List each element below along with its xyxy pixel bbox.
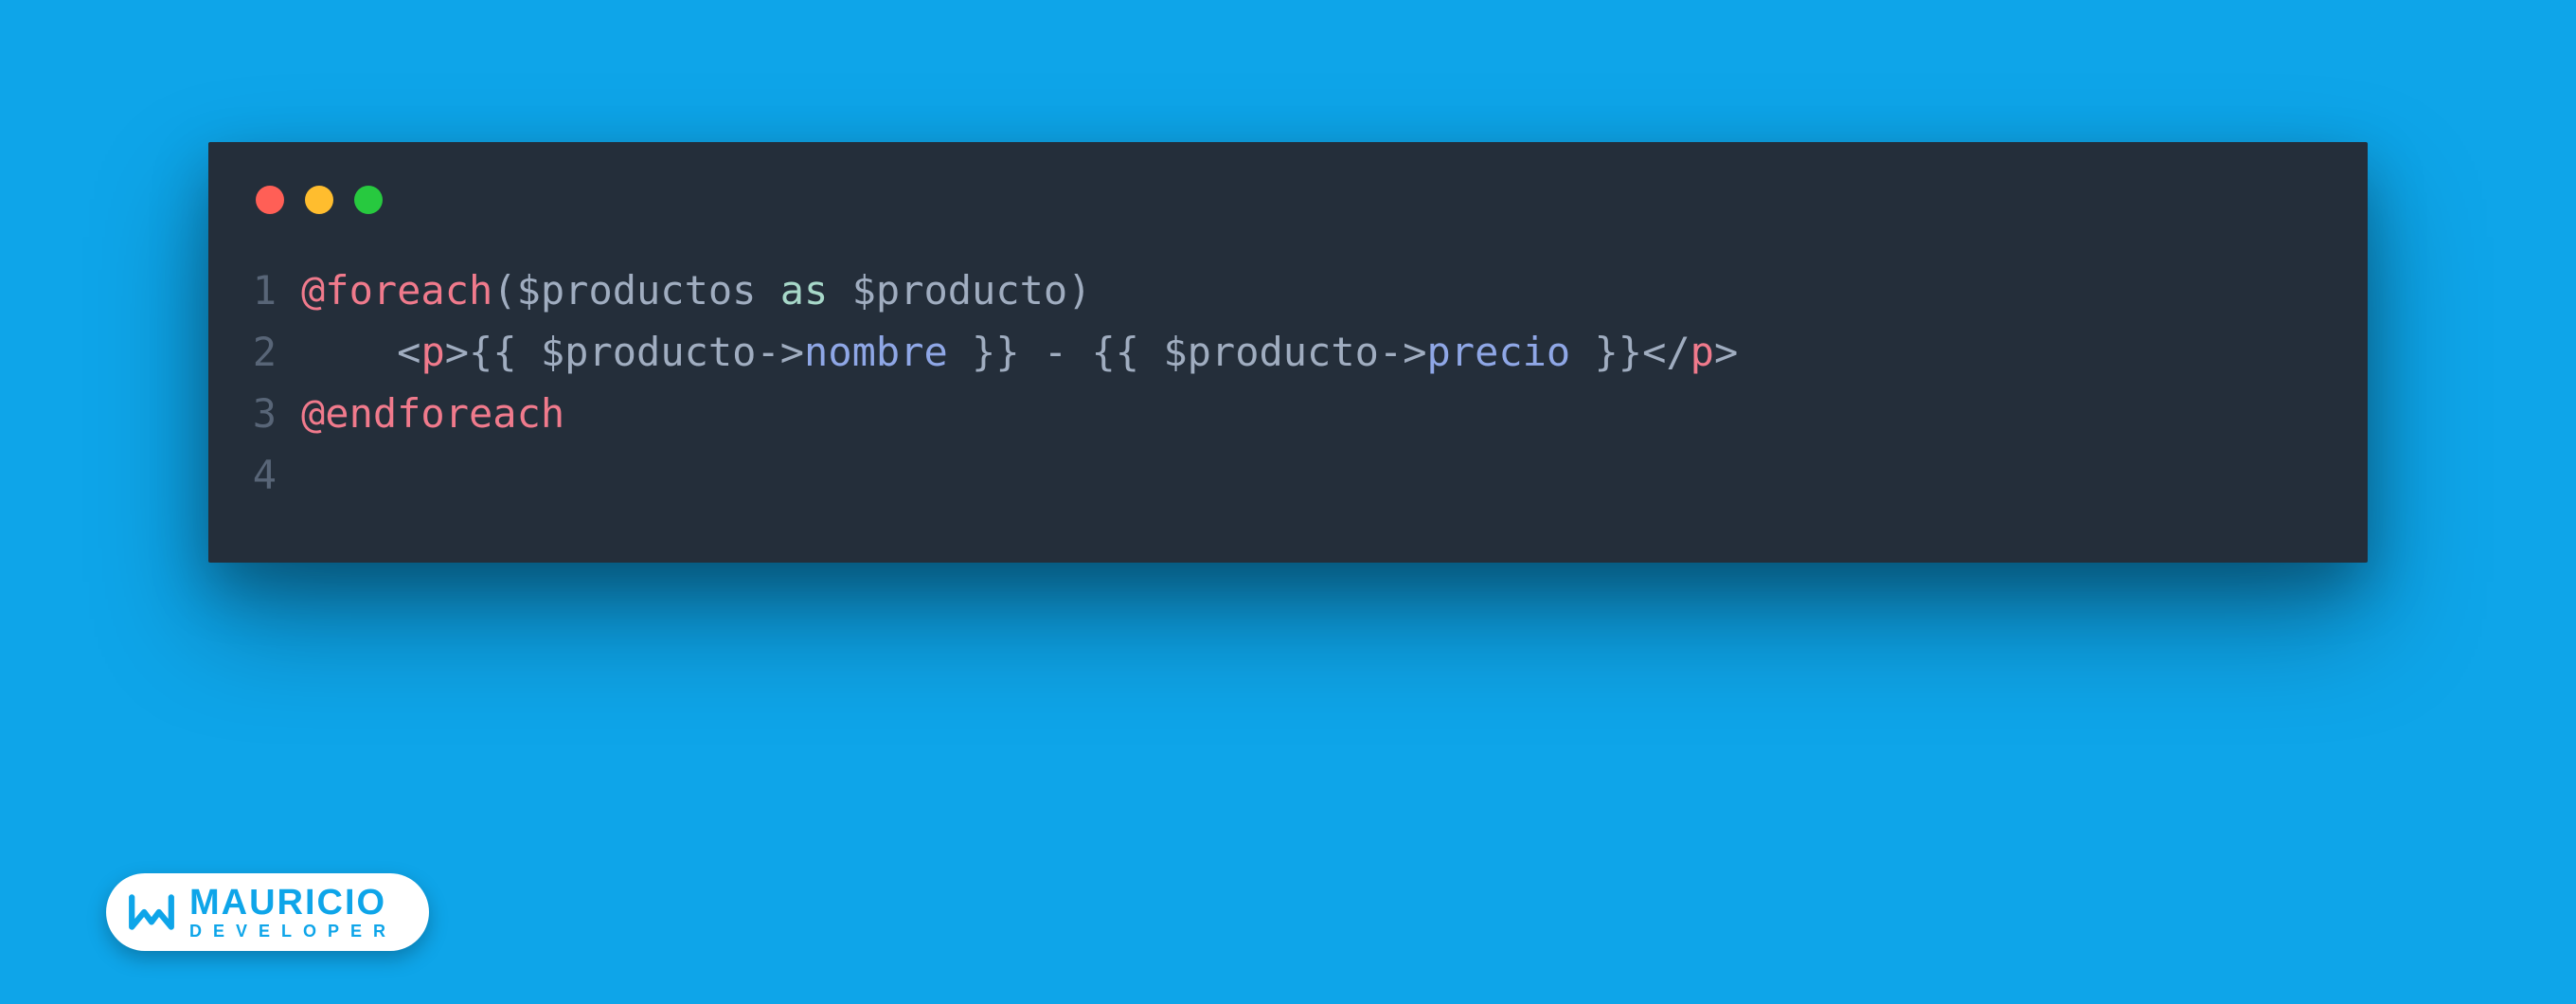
code-content: @foreach($productos as $producto) — [301, 260, 2324, 321]
code-token: </ — [1642, 329, 1690, 375]
code-content: @endforeach — [301, 383, 2324, 444]
code-token: as — [756, 267, 851, 314]
code-content — [301, 444, 2324, 506]
brand-name: MAURICIO — [189, 885, 397, 921]
code-token: $productos — [517, 267, 757, 314]
code-token: > — [445, 329, 469, 375]
code-token: ( — [492, 267, 516, 314]
code-token: nombre — [804, 329, 948, 375]
code-token: < — [397, 329, 420, 375]
brand-subtitle: DEVELOPER — [189, 923, 397, 940]
code-token: @foreach — [301, 267, 492, 314]
code-token: {{ — [1091, 329, 1163, 375]
code-token: $producto — [1163, 329, 1379, 375]
page-stage: 1@foreach($productos as $producto)2<p>{{… — [0, 0, 2576, 1004]
code-token: $producto — [852, 267, 1068, 314]
code-content: <p>{{ $producto->nombre }} - {{ $product… — [301, 321, 2324, 383]
code-token: }} — [1570, 329, 1642, 375]
code-token: -> — [1379, 329, 1427, 375]
code-token: > — [1714, 329, 1738, 375]
code-token: ) — [1067, 267, 1091, 314]
code-token: $producto — [541, 329, 757, 375]
code-line: 2<p>{{ $producto->nombre }} - {{ $produc… — [252, 321, 2324, 383]
window-titlebar — [252, 174, 2324, 260]
code-token: p — [1690, 329, 1714, 375]
code-token: - — [1020, 329, 1092, 375]
minimize-icon[interactable] — [305, 186, 333, 214]
line-number: 4 — [252, 444, 301, 506]
code-token: @endforeach — [301, 390, 564, 437]
code-token: }} — [948, 329, 1020, 375]
code-line: 1@foreach($productos as $producto) — [252, 260, 2324, 321]
code-line: 3@endforeach — [252, 383, 2324, 444]
line-number: 2 — [252, 321, 301, 383]
code-area: 1@foreach($productos as $producto)2<p>{{… — [252, 260, 2324, 506]
brand-badge: MAURICIO DEVELOPER — [106, 873, 429, 951]
code-token: -> — [756, 329, 804, 375]
brand-text: MAURICIO DEVELOPER — [189, 885, 397, 940]
line-number: 1 — [252, 260, 301, 321]
code-token: p — [420, 329, 444, 375]
code-line: 4 — [252, 444, 2324, 506]
line-number: 3 — [252, 383, 301, 444]
code-token: {{ — [469, 329, 541, 375]
close-icon[interactable] — [256, 186, 284, 214]
brand-logo-icon — [127, 887, 176, 937]
zoom-icon[interactable] — [354, 186, 383, 214]
code-window: 1@foreach($productos as $producto)2<p>{{… — [208, 142, 2368, 563]
code-token: precio — [1427, 329, 1571, 375]
